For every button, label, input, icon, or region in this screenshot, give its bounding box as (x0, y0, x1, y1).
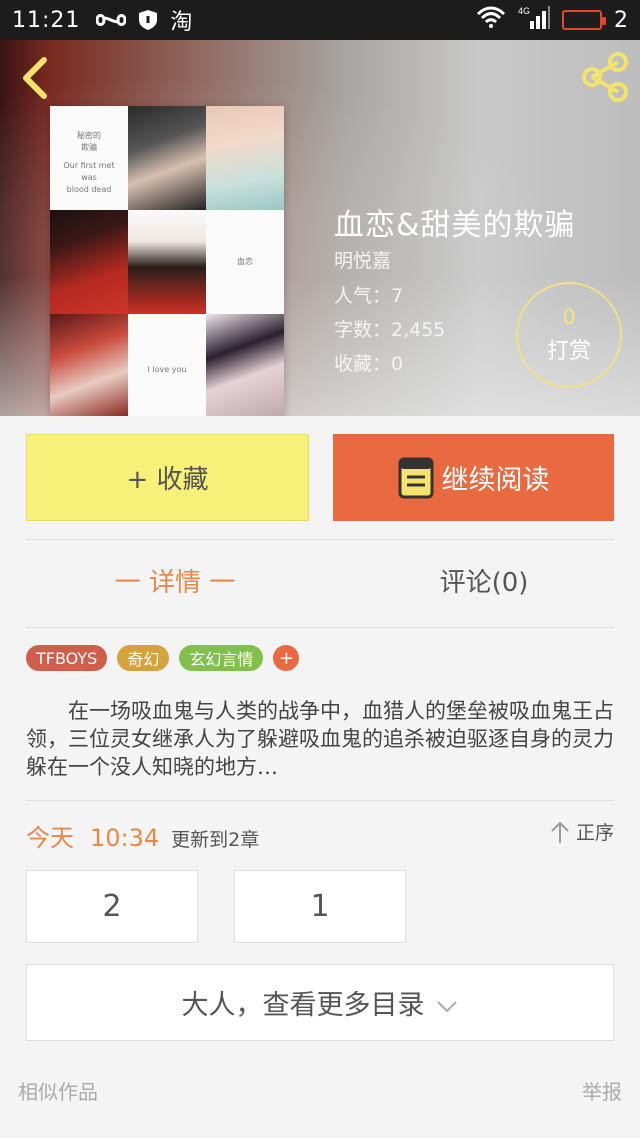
share-button[interactable] (580, 52, 630, 102)
update-day: 今天 (26, 824, 74, 852)
report-link[interactable]: 举报 (582, 1076, 622, 1105)
tab-detail[interactable]: 一 详情 一 (100, 562, 250, 599)
tag[interactable]: 奇幻 (117, 645, 170, 671)
chapter-item[interactable]: 1 (234, 870, 406, 943)
divider (26, 800, 614, 801)
tag-list: TFBOYS 奇幻 玄幻言情 + (26, 645, 300, 671)
tip-count: 0 (562, 305, 576, 329)
chevron-down-icon (436, 1000, 457, 1012)
book-author[interactable]: 明悦嘉 (334, 246, 391, 273)
cover-photo (50, 210, 128, 314)
tag[interactable]: 玄幻言情 (179, 645, 264, 671)
book-description[interactable]: 在一场吸血鬼与人类的战争中，血猎人的堡垒被吸血鬼王占领，三位灵女继承人为了躲避吸… (26, 697, 616, 781)
book-popularity: 人气：7 (334, 285, 404, 307)
book-cover: 秘密的 欺骗 Our first met was blood dead 血恋 I… (50, 106, 284, 416)
share-icon (582, 52, 628, 102)
wifi-icon (476, 6, 506, 34)
arrow-up-icon (551, 821, 569, 843)
book-word-count: 字数：2,455 (334, 319, 446, 341)
sort-label: 正序 (575, 822, 614, 844)
shield-icon (138, 9, 158, 31)
signal-icon: 4G (518, 5, 550, 35)
cover-photo (128, 210, 206, 314)
book-header: 秘密的 欺骗 Our first met was blood dead 血恋 I… (0, 40, 640, 416)
cover-text-cell: I love you (128, 314, 206, 416)
cover-text-cell: 秘密的 欺骗 Our first met was blood dead (50, 106, 128, 210)
sort-order-toggle[interactable]: 正序 (550, 818, 614, 845)
infinity-icon (96, 11, 127, 29)
chapter-item[interactable]: 2 (26, 870, 198, 943)
continue-reading-button[interactable]: 继续阅读 (333, 434, 614, 521)
cover-photo (50, 314, 128, 416)
add-tag-button[interactable]: + (273, 645, 300, 671)
cover-photo (206, 106, 284, 210)
battery-icon (562, 10, 606, 30)
add-favorite-label: + 收藏 (126, 465, 209, 495)
cover-photo (206, 314, 284, 416)
add-favorite-button[interactable]: + 收藏 (26, 434, 309, 521)
book-title: 血恋&甜美的欺骗 (334, 208, 576, 243)
taobao-icon: 淘 (170, 10, 193, 35)
cover-text-cell: 血恋 (206, 210, 284, 314)
tag[interactable]: TFBOYS (26, 645, 108, 671)
cover-photo (128, 106, 206, 210)
status-time: 11:21 (12, 7, 81, 33)
divider (26, 627, 614, 628)
battery-level: 2 (614, 7, 628, 33)
update-text: 更新到2章 (171, 829, 260, 851)
divider (26, 539, 614, 540)
tip-label: 打赏 (546, 339, 591, 364)
svg-text:4G: 4G (518, 6, 530, 16)
tab-comments[interactable]: 评论(0) (394, 562, 574, 599)
similar-works-heading: 相似作品 (18, 1080, 98, 1104)
update-time: 10:34 (90, 824, 160, 852)
more-catalog-button[interactable]: 大人，查看更多目录 (26, 964, 614, 1041)
status-bar: 11:21 淘 4G 2 (0, 0, 640, 40)
continue-reading-label: 继续阅读 (441, 465, 550, 496)
book-icon (398, 457, 433, 498)
back-button[interactable] (16, 56, 56, 100)
tip-button[interactable]: 0 打赏 (516, 282, 622, 388)
chevron-left-icon (23, 57, 47, 99)
book-favorites: 收藏：0 (334, 353, 404, 375)
more-catalog-label: 大人，查看更多目录 (181, 990, 425, 1021)
update-info: 今天 10:34 更新到2章 (26, 818, 259, 853)
